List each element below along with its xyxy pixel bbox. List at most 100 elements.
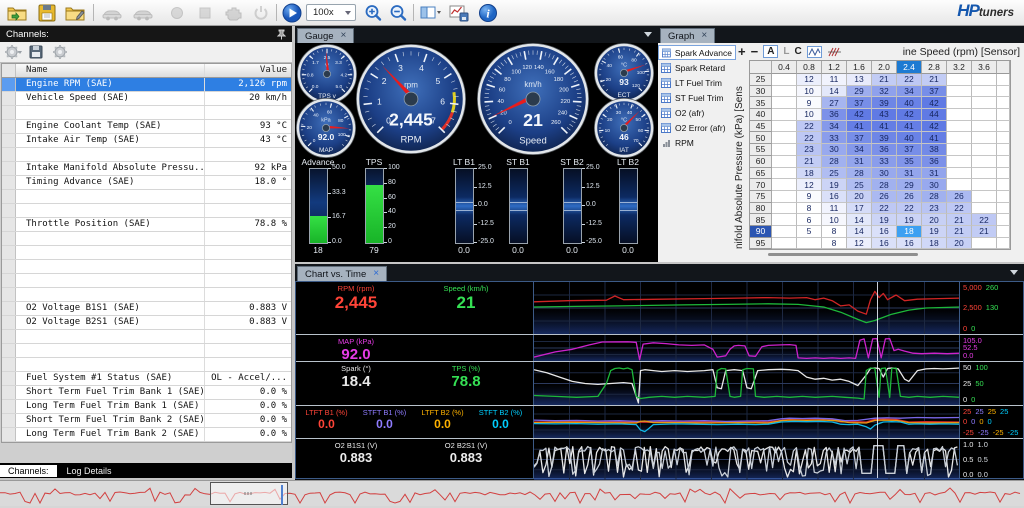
graph-cell[interactable]: 16	[897, 238, 922, 250]
graph-cell[interactable]: 37	[847, 97, 872, 109]
graph-cell[interactable]: 8	[822, 226, 847, 238]
graph-cell[interactable]: 21	[872, 74, 897, 86]
graph-cell[interactable]: 41	[872, 121, 897, 133]
graph-cell[interactable]	[772, 226, 797, 238]
graph-cell[interactable]	[772, 86, 797, 98]
graph-cell[interactable]	[972, 144, 997, 156]
graph-cell[interactable]: 31	[897, 168, 922, 180]
graph-cell[interactable]	[947, 97, 972, 109]
graph-cell[interactable]: 20	[847, 191, 872, 203]
graph-cell[interactable]: 21	[922, 74, 947, 86]
graph-cell[interactable]	[772, 168, 797, 180]
row-header[interactable]: 60	[750, 156, 772, 168]
graph-cell[interactable]	[772, 179, 797, 191]
graph-cell[interactable]: 42	[922, 121, 947, 133]
row-header[interactable]: 70	[750, 179, 772, 191]
col-header[interactable]: 3.2	[947, 61, 972, 74]
graph-cell[interactable]: 35	[897, 156, 922, 168]
graph-cell[interactable]: 21	[947, 214, 972, 226]
graph-cell[interactable]: 20	[922, 214, 947, 226]
graph-cell[interactable]: 16	[872, 238, 897, 250]
graph-cell[interactable]	[972, 156, 997, 168]
graph-cell[interactable]: 22	[972, 214, 997, 226]
graph-cell[interactable]: 17	[847, 203, 872, 215]
play-icon[interactable]	[281, 2, 303, 24]
open-log-icon[interactable]	[6, 2, 28, 24]
graph-cell[interactable]: 8	[797, 203, 822, 215]
graph-cell[interactable]: 30	[922, 179, 947, 191]
graph-cell[interactable]: 37	[922, 86, 947, 98]
channel-row[interactable]: Short Term Fuel Trim Bank 2 (SAE)0.0 %	[2, 414, 291, 428]
close-icon[interactable]: ×	[341, 32, 347, 40]
graph-cell[interactable]	[947, 132, 972, 144]
col-header[interactable]: 0.4	[772, 61, 797, 74]
graph-cell[interactable]: 10	[822, 214, 847, 226]
row-header[interactable]: 35	[750, 97, 772, 109]
row-header[interactable]: 75	[750, 191, 772, 203]
graph-cell[interactable]: 22	[797, 132, 822, 144]
graph-cell[interactable]	[797, 238, 822, 250]
graph-cell[interactable]	[947, 109, 972, 121]
graph-cell[interactable]: 34	[897, 86, 922, 98]
channel-row[interactable]: Timing Advance (SAE)18.0 °	[2, 176, 291, 190]
graph-cell[interactable]: 33	[822, 132, 847, 144]
row-header[interactable]: 95	[750, 238, 772, 250]
graph-cell[interactable]: 18	[897, 226, 922, 238]
channel-row[interactable]	[2, 204, 291, 218]
graph-series-o2-error--afr-[interactable]: O2 Error (afr)	[658, 120, 736, 135]
graph-cell[interactable]: 32	[872, 86, 897, 98]
channel-row[interactable]	[2, 232, 291, 246]
overview-cursor[interactable]	[281, 485, 283, 505]
channel-row[interactable]	[2, 190, 291, 204]
zoom-in-icon[interactable]	[362, 2, 384, 24]
graph-cell[interactable]: 19	[897, 214, 922, 226]
graph-cell[interactable]	[972, 168, 997, 180]
channel-row[interactable]: Intake Manifold Absolute Pressu...92 kPa	[2, 162, 291, 176]
graph-cell[interactable]: 44	[922, 109, 947, 121]
chart-cursor[interactable]	[877, 282, 878, 478]
channel-row[interactable]	[2, 106, 291, 120]
clear-button[interactable]: C	[795, 46, 802, 57]
graph-cell[interactable]: 22	[897, 203, 922, 215]
graph-series-st-fuel-trim[interactable]: ST Fuel Trim	[658, 90, 736, 105]
channel-row[interactable]	[2, 246, 291, 260]
graph-cell[interactable]: 9	[797, 97, 822, 109]
graph-cell[interactable]: 39	[872, 97, 897, 109]
row-header[interactable]: 30	[750, 86, 772, 98]
column-header-name[interactable]: Name	[16, 64, 205, 77]
channel-row[interactable]: Long Term Fuel Trim Bank 2 (SAE)0.0 %	[2, 428, 291, 442]
channel-row[interactable]	[2, 288, 291, 302]
graph-cell[interactable]: 10	[797, 109, 822, 121]
chevron-down-icon[interactable]	[1010, 270, 1018, 275]
graph-cell[interactable]	[772, 144, 797, 156]
graph-cell[interactable]: 37	[847, 132, 872, 144]
graph-cell[interactable]	[972, 238, 997, 250]
channel-row[interactable]: Vehicle Speed (SAE)20 km/h	[2, 92, 291, 106]
graph-cell[interactable]: 11	[822, 74, 847, 86]
graph-cell[interactable]: 11	[822, 203, 847, 215]
graph-cell[interactable]: 22	[797, 121, 822, 133]
graph-cell[interactable]: 18	[922, 238, 947, 250]
col-header[interactable]: 2.0	[872, 61, 897, 74]
lock-button[interactable]: L	[783, 46, 789, 57]
graph-cell[interactable]	[947, 156, 972, 168]
graph-cell[interactable]: 25	[822, 168, 847, 180]
graph-cell[interactable]	[947, 121, 972, 133]
channel-config-icon[interactable]	[4, 44, 22, 60]
graph-cell[interactable]: 16	[822, 191, 847, 203]
graph-cell[interactable]: 18	[797, 168, 822, 180]
graph-cell[interactable]: 22	[872, 203, 897, 215]
graph-cell[interactable]	[972, 97, 997, 109]
graph-series-spark-advance[interactable]: Spark Advance	[658, 45, 736, 60]
channel-row[interactable]: O2 Voltage B2S1 (SAE)0.883 V	[2, 316, 291, 330]
graph-cell[interactable]	[972, 74, 997, 86]
channel-row[interactable]: Engine Coolant Temp (SAE)93 °C	[2, 120, 291, 134]
graph-cell[interactable]	[972, 121, 997, 133]
graph-cell[interactable]: 42	[897, 109, 922, 121]
open-edit-icon[interactable]	[64, 2, 86, 24]
graph-cell[interactable]: 28	[822, 156, 847, 168]
tab-gauge[interactable]: Gauge ×	[297, 28, 354, 43]
row-header[interactable]: 80	[750, 203, 772, 215]
col-header[interactable]: 2.8	[922, 61, 947, 74]
graph-cell[interactable]: 21	[947, 226, 972, 238]
